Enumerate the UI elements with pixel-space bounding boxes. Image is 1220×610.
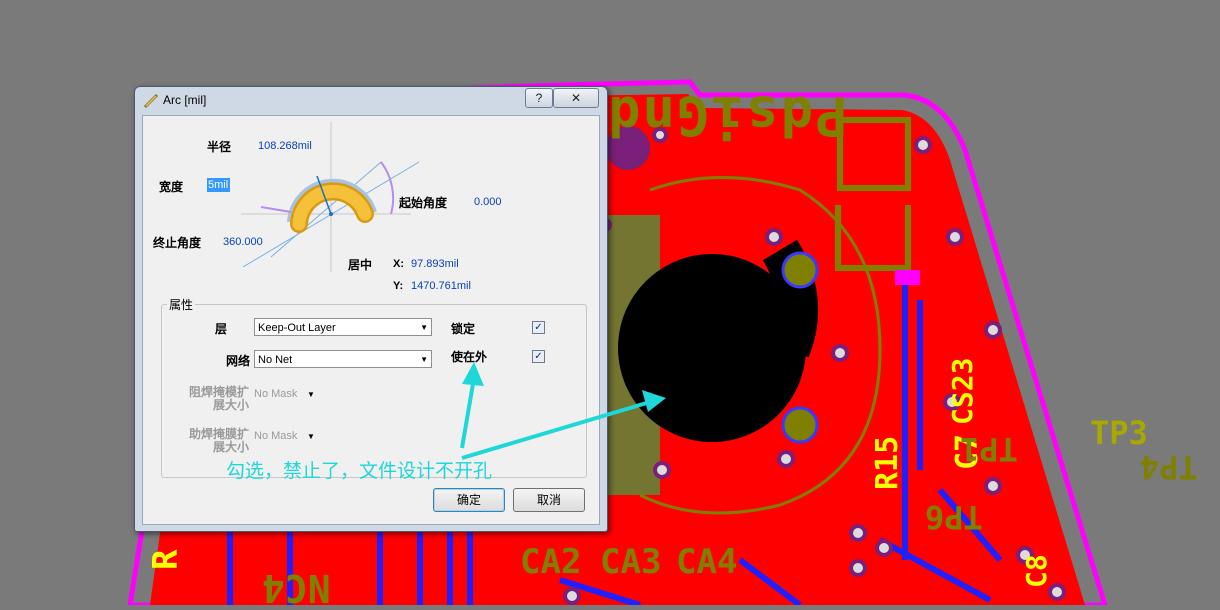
annotation-text: 勾选，禁止了，文件设计不开孔 [226, 460, 493, 482]
annotation-arrows [460, 362, 666, 460]
